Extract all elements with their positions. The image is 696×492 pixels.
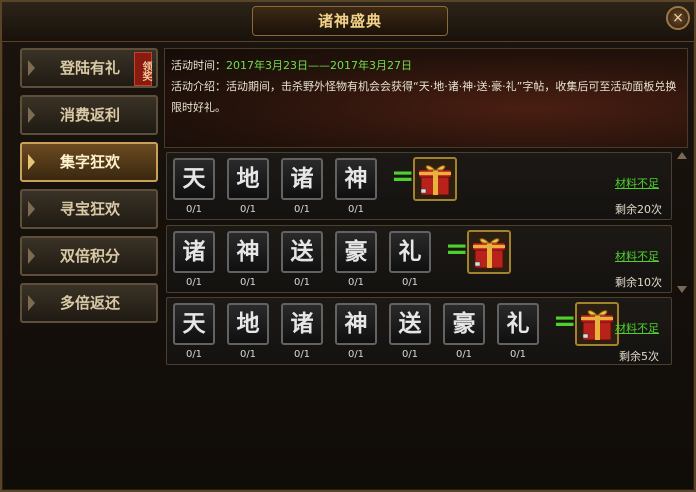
sidebar-item-double-points[interactable]: 双倍积分 — [20, 236, 158, 276]
word-tile[interactable]: 送 — [281, 231, 323, 273]
exchange-row: 诸 0/1 神 0/1 送 0/1 豪 0/1 礼 0/1 = 材料不足剩余10次 — [166, 225, 672, 293]
word-count: 0/1 — [293, 349, 311, 360]
word-tile[interactable]: 豪 — [335, 231, 377, 273]
word-count: 0/1 — [239, 204, 257, 215]
word-count: 0/1 — [401, 349, 419, 360]
word-tile[interactable]: 神 — [335, 158, 377, 200]
gift-box-icon[interactable] — [413, 157, 457, 201]
word-tile[interactable]: 礼 — [497, 303, 539, 345]
sidebar-item-label: 消费返利 — [60, 106, 121, 124]
word-tile[interactable]: 豪 — [443, 303, 485, 345]
event-time-value: 2017年3月23日——2017年3月27日 — [226, 59, 412, 72]
word-tile[interactable]: 地 — [227, 158, 269, 200]
event-window: 诸神盛典 × 登陆有礼 领奖 消费返利 集字狂欢 寻宝狂欢 双倍积分 多倍返还 … — [0, 0, 696, 492]
word-tile[interactable]: 天 — [173, 158, 215, 200]
word-count: 0/1 — [185, 204, 203, 215]
word-tile[interactable]: 神 — [335, 303, 377, 345]
word-count: 0/1 — [401, 277, 419, 288]
event-intro-text: 活动期间，击杀野外怪物有机会会获得“天·地·诸·神·送·豪·礼”字帖，收集后可至… — [171, 80, 677, 114]
remaining-count: 剩余5次 — [619, 350, 659, 363]
word-tile[interactable]: 神 — [227, 231, 269, 273]
word-count: 0/1 — [347, 277, 365, 288]
equals-sign: = — [391, 159, 415, 192]
word-count: 0/1 — [293, 204, 311, 215]
exchange-button[interactable]: 材料不足 — [615, 320, 659, 336]
gift-box-icon[interactable] — [575, 302, 619, 346]
word-tile[interactable]: 诸 — [281, 158, 323, 200]
remaining-count: 剩余10次 — [615, 276, 662, 289]
word-tile[interactable]: 地 — [227, 303, 269, 345]
word-tile[interactable]: 送 — [389, 303, 431, 345]
sidebar-item-label: 集字狂欢 — [60, 153, 121, 171]
word-tile[interactable]: 天 — [173, 303, 215, 345]
sidebar: 登陆有礼 领奖 消费返利 集字狂欢 寻宝狂欢 双倍积分 多倍返还 — [20, 48, 162, 330]
exchange-button[interactable]: 材料不足 — [615, 175, 659, 191]
word-count: 0/1 — [347, 349, 365, 360]
window-title: 诸神盛典 — [252, 6, 448, 36]
scroll-up-arrow-icon[interactable] — [677, 152, 687, 159]
word-count: 0/1 — [239, 277, 257, 288]
exchange-row: 天 0/1 地 0/1 诸 0/1 神 0/1 送 0/1 豪 0/1 礼 0/1 = 材料不足剩余5次 — [166, 297, 672, 365]
word-count: 0/1 — [185, 349, 203, 360]
equals-sign: = — [445, 232, 469, 265]
event-intro-label: 活动介绍： — [171, 80, 226, 93]
equals-sign: = — [553, 304, 577, 337]
word-tile[interactable]: 诸 — [281, 303, 323, 345]
event-time: 活动时间：2017年3月23日——2017年3月27日 — [171, 55, 681, 76]
sidebar-item-treasure-hunt[interactable]: 寻宝狂欢 — [20, 189, 158, 229]
scroll-down-arrow-icon[interactable] — [677, 286, 687, 293]
sidebar-item-label: 登陆有礼 — [60, 59, 121, 77]
scrollbar[interactable] — [675, 152, 689, 368]
sidebar-item-collect-words[interactable]: 集字狂欢 — [20, 142, 158, 182]
gift-box-icon[interactable] — [467, 230, 511, 274]
event-info-panel: 活动时间：2017年3月23日——2017年3月27日 活动介绍：活动期间，击杀… — [164, 48, 688, 148]
sidebar-item-label: 寻宝狂欢 — [60, 200, 121, 218]
word-count: 0/1 — [509, 349, 527, 360]
word-count: 0/1 — [293, 277, 311, 288]
word-tile[interactable]: 诸 — [173, 231, 215, 273]
close-button[interactable]: × — [666, 6, 690, 30]
sidebar-item-label: 双倍积分 — [60, 247, 121, 265]
event-time-label: 活动时间： — [171, 59, 226, 72]
title-bar: 诸神盛典 × — [2, 2, 694, 42]
sidebar-item-spend-rebate[interactable]: 消费返利 — [20, 95, 158, 135]
remaining-count: 剩余20次 — [615, 203, 662, 216]
event-intro: 活动介绍：活动期间，击杀野外怪物有机会会获得“天·地·诸·神·送·豪·礼”字帖，… — [171, 76, 681, 118]
word-count: 0/1 — [239, 349, 257, 360]
exchange-row: 天 0/1 地 0/1 诸 0/1 神 0/1 = 材料不足剩余20次 — [166, 152, 672, 220]
exchange-button[interactable]: 材料不足 — [615, 248, 659, 264]
word-tile[interactable]: 礼 — [389, 231, 431, 273]
word-count: 0/1 — [185, 277, 203, 288]
word-count: 0/1 — [455, 349, 473, 360]
sidebar-item-multi-return[interactable]: 多倍返还 — [20, 283, 158, 323]
sidebar-item-label: 多倍返还 — [60, 294, 121, 312]
sidebar-item-login-gift[interactable]: 登陆有礼 领奖 — [20, 48, 158, 88]
claim-badge: 领奖 — [134, 52, 152, 86]
word-count: 0/1 — [347, 204, 365, 215]
